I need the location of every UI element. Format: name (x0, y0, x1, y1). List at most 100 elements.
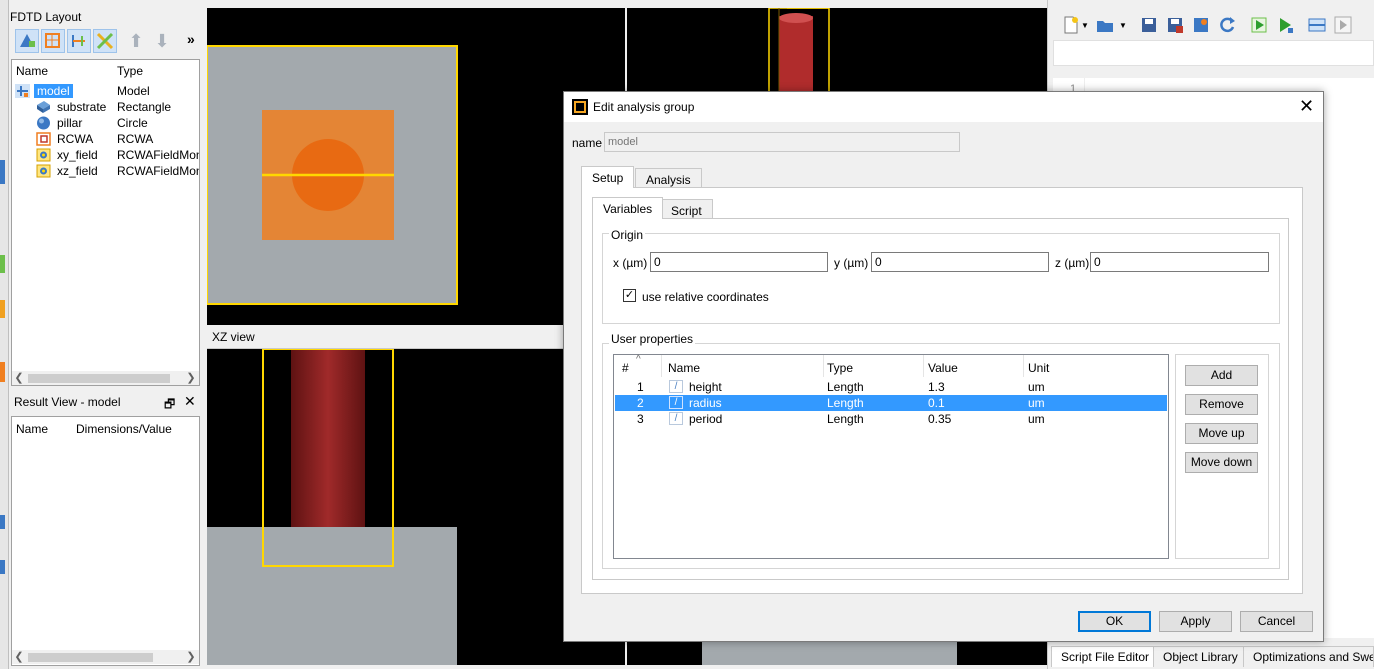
user-properties-label: User properties (609, 332, 696, 346)
move-up-icon[interactable]: ⬆ (126, 31, 146, 51)
column-header-type[interactable]: Type (827, 361, 853, 375)
next-icon (1334, 16, 1352, 34)
strip-mark[interactable] (0, 515, 5, 529)
tree-row-pillar[interactable]: pillar Circle (12, 115, 199, 131)
structure-icon (20, 34, 35, 47)
row-index: 3 (637, 412, 644, 426)
split-view-button[interactable] (1306, 14, 1328, 36)
tab-variables[interactable]: Variables (592, 197, 664, 219)
row-index: 2 (637, 396, 644, 410)
tree-item-type: RCWA (117, 132, 154, 146)
tab-setup[interactable]: Setup (581, 166, 635, 188)
name-label: name (572, 136, 603, 150)
tree-horizontal-scrollbar[interactable]: ❮ ❯ (12, 371, 199, 385)
save-as-button[interactable] (1164, 14, 1186, 36)
chevron-right-icon[interactable]: ❯ (184, 371, 198, 385)
save-icon (1142, 18, 1156, 32)
tree-row-substrate[interactable]: substrate Rectangle (12, 99, 199, 115)
name-input[interactable] (604, 132, 960, 152)
result-header-value: Dimensions/Value (76, 422, 172, 436)
use-relative-label: use relative coordinates (642, 290, 769, 304)
tab-object-library[interactable]: Object Library (1153, 646, 1248, 667)
origin-x-input[interactable] (650, 252, 828, 272)
strip-mark[interactable] (0, 255, 5, 273)
apply-button[interactable]: Apply (1159, 611, 1232, 632)
column-divider[interactable] (823, 355, 824, 377)
row-type: Length (827, 412, 864, 426)
tree-row-xz-field[interactable]: xz_field RCWAFieldMon (12, 163, 199, 179)
xz-view-title: XZ view (212, 330, 255, 344)
column-header-value[interactable]: Value (928, 361, 958, 375)
column-divider[interactable] (923, 355, 924, 377)
run-script-icon (1251, 17, 1267, 33)
chevron-down-icon[interactable]: ▼ (1078, 14, 1092, 36)
chevron-left-icon[interactable]: ❮ (12, 371, 26, 385)
save-button[interactable] (1138, 14, 1160, 36)
move-down-button[interactable]: Move down (1185, 452, 1258, 473)
scroll-thumb[interactable] (28, 653, 153, 662)
result-view-table[interactable]: Name Dimensions/Value ❮ ❯ (11, 416, 200, 666)
script-search-bar[interactable] (1053, 40, 1374, 66)
chevron-down-icon[interactable]: ▼ (1116, 14, 1130, 36)
row-value: 0.35 (928, 412, 952, 426)
tree-row-model[interactable]: model Model (12, 83, 199, 99)
add-group-button[interactable] (41, 29, 65, 53)
tree-item-label: substrate (57, 100, 107, 114)
tree-item-type: Rectangle (117, 100, 172, 114)
open-folder-icon (1097, 21, 1113, 32)
refresh-button[interactable] (1216, 14, 1238, 36)
tree-row-xy-field[interactable]: xy_field RCWAFieldMon (12, 147, 199, 163)
scroll-thumb[interactable] (28, 374, 170, 383)
add-button[interactable]: Add (1185, 365, 1258, 386)
strip-mark[interactable] (0, 362, 5, 382)
remove-button[interactable]: Remove (1185, 394, 1258, 415)
column-divider[interactable] (1023, 355, 1024, 377)
user-properties-table[interactable]: # ^ Name Type Value Unit 1 / height Leng… (613, 354, 1169, 559)
move-down-icon[interactable]: ⬇ (152, 31, 172, 51)
tab-script-file-editor[interactable]: Script File Editor (1051, 646, 1160, 667)
strip-mark[interactable] (0, 300, 5, 318)
result-horizontal-scrollbar[interactable]: ❮ ❯ (12, 650, 199, 664)
row-index: 1 (637, 380, 644, 394)
run-script-button[interactable] (1248, 14, 1270, 36)
save-all-button[interactable] (1190, 14, 1212, 36)
row-name: period (689, 412, 723, 426)
chevron-left-icon[interactable]: ❮ (12, 650, 26, 664)
origin-y-input[interactable] (871, 252, 1049, 272)
add-mesh-button[interactable] (67, 29, 91, 53)
tab-script[interactable]: Script (660, 199, 713, 219)
strip-mark[interactable] (0, 160, 5, 184)
tab-analysis[interactable]: Analysis (635, 168, 702, 188)
close-icon[interactable]: ✕ (1299, 96, 1314, 116)
column-header-name[interactable]: Name (668, 361, 700, 375)
row-unit: um (1028, 396, 1045, 410)
run-button[interactable] (1274, 14, 1296, 36)
table-row[interactable]: 2 / radius Length 0.1 um (615, 395, 1167, 411)
object-tree[interactable]: Name Type model Model substrate Rectangl… (11, 59, 200, 386)
length-icon: / (669, 396, 683, 409)
chevron-right-icon[interactable]: ❯ (184, 650, 198, 664)
close-icon[interactable]: ✕ (184, 393, 196, 410)
next-button[interactable] (1332, 14, 1354, 36)
use-relative-checkbox[interactable]: ✓ (623, 289, 636, 302)
open-file-button[interactable] (1094, 14, 1116, 36)
table-row[interactable]: 1 / height Length 1.3 um (615, 379, 1167, 395)
column-header-unit[interactable]: Unit (1028, 361, 1049, 375)
column-header-index[interactable]: # (622, 361, 629, 375)
move-up-button[interactable]: Move up (1185, 423, 1258, 444)
cancel-button[interactable]: Cancel (1240, 611, 1313, 632)
add-monitor-button[interactable] (93, 29, 117, 53)
add-structure-button[interactable] (15, 29, 39, 53)
tab-optimizations-and-sweep[interactable]: Optimizations and Sweep (1243, 646, 1374, 667)
more-chevron-icon[interactable]: » (187, 31, 195, 47)
column-divider[interactable] (661, 355, 662, 377)
strip-mark[interactable] (0, 560, 5, 574)
tree-row-rcwa[interactable]: RCWA RCWA (12, 131, 199, 147)
length-icon: / (669, 380, 683, 393)
origin-z-input[interactable] (1090, 252, 1269, 272)
ok-button[interactable]: OK (1078, 611, 1151, 632)
table-row[interactable]: 3 / period Length 0.35 um (615, 411, 1167, 427)
tree-item-label: RCWA (57, 132, 94, 146)
float-icon[interactable]: 🗗 (164, 395, 175, 416)
dialog-titlebar[interactable]: Edit analysis group ✕ (564, 92, 1323, 122)
